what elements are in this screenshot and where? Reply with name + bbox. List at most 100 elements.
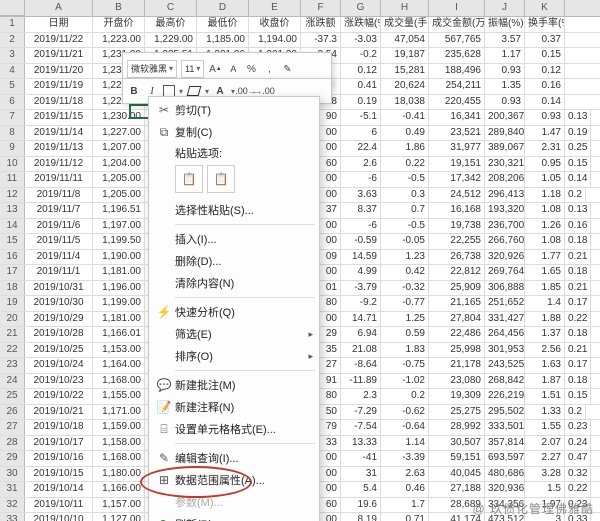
cell[interactable]: 19,738 [429, 219, 485, 234]
format-painter-icon[interactable]: ✎ [280, 62, 294, 76]
cell[interactable]: 0.13 [565, 203, 591, 218]
cell[interactable]: 1,229.00 [145, 33, 197, 48]
cell[interactable]: 320,936 [485, 482, 525, 497]
cell[interactable]: 0.12 [341, 64, 381, 79]
row-number[interactable]: 9 [0, 141, 25, 156]
context-menu[interactable]: ✂剪切(T) ⧉复制(C) 粘贴选项: 📋 📋 选择性粘贴(S)... 插入(I… [148, 96, 320, 521]
cell[interactable]: 0.24 [565, 436, 591, 451]
chevron-down-icon[interactable]: ▾ [205, 87, 209, 96]
cell[interactable]: 0.19 [341, 95, 381, 110]
cell[interactable]: 693,597 [485, 451, 525, 466]
cell[interactable]: -3.03 [341, 33, 381, 48]
header-cell[interactable]: 最高价 [145, 17, 197, 32]
cell[interactable]: -0.41 [381, 110, 429, 125]
cell[interactable]: 5.4 [341, 482, 381, 497]
cell[interactable]: 2019/10/23 [25, 374, 93, 389]
cell[interactable]: 188,496 [429, 64, 485, 79]
cell[interactable]: 2019/10/17 [25, 436, 93, 451]
col-header-C[interactable]: C [145, 0, 197, 16]
cell[interactable]: 243,525 [485, 358, 525, 373]
row-number[interactable]: 3 [0, 48, 25, 63]
cell[interactable]: 1,223.00 [93, 33, 145, 48]
row-number[interactable]: 15 [0, 234, 25, 249]
col-header-B[interactable]: B [93, 0, 145, 16]
cell[interactable]: 1.55 [525, 420, 565, 435]
cell[interactable]: 25,998 [429, 343, 485, 358]
cell[interactable]: 0.37 [525, 33, 565, 48]
cell[interactable]: 1,185.00 [197, 33, 249, 48]
cell[interactable]: 2019/11/20 [25, 64, 93, 79]
row-number[interactable]: 18 [0, 281, 25, 296]
cell[interactable]: 226,219 [485, 389, 525, 404]
row-number[interactable]: 2 [0, 33, 25, 48]
cell[interactable]: 2.27 [525, 451, 565, 466]
cell[interactable]: 0.49 [381, 126, 429, 141]
row-number[interactable]: 13 [0, 203, 25, 218]
cell[interactable]: 1.23 [381, 250, 429, 265]
cell[interactable]: 0.21 [565, 343, 591, 358]
cell[interactable]: 2019/10/24 [25, 358, 93, 373]
cell[interactable]: 2019/10/28 [25, 327, 93, 342]
cell[interactable]: 1,196.51 [93, 203, 145, 218]
menu-new-comment[interactable]: 💬新建批注(M) [149, 374, 319, 396]
cell[interactable]: 1,205.00 [93, 172, 145, 187]
cell[interactable]: 1,199.00 [93, 296, 145, 311]
cell[interactable]: 1,204.00 [93, 157, 145, 172]
col-header-G[interactable]: G [341, 0, 381, 16]
row-number[interactable]: 19 [0, 296, 25, 311]
row-number[interactable]: 24 [0, 374, 25, 389]
col-header-K[interactable]: K [525, 0, 565, 16]
row-number[interactable]: 32 [0, 498, 25, 513]
cell[interactable]: 334,356 [485, 498, 525, 513]
thousands-format-icon[interactable]: , [262, 62, 276, 76]
chevron-down-icon[interactable]: ▾ [179, 87, 183, 96]
cell[interactable]: 0.93 [485, 95, 525, 110]
menu-copy[interactable]: ⧉复制(C) [149, 121, 319, 143]
percent-format-icon[interactable]: % [244, 62, 258, 76]
cell[interactable]: 306,888 [485, 281, 525, 296]
cell[interactable]: 0.18 [565, 374, 591, 389]
cell[interactable]: 21,165 [429, 296, 485, 311]
cell[interactable]: 22,812 [429, 265, 485, 280]
cell[interactable]: 3.57 [485, 33, 525, 48]
cell[interactable]: 2.63 [381, 467, 429, 482]
cell[interactable]: -0.2 [341, 48, 381, 63]
cell[interactable]: -0.64 [381, 420, 429, 435]
col-header-A[interactable]: A [25, 0, 93, 16]
grow-font-icon[interactable]: A▲ [208, 62, 222, 76]
cell[interactable]: 1,190.00 [93, 250, 145, 265]
cell[interactable]: 0.22 [381, 157, 429, 172]
cell[interactable]: 0.18 [565, 234, 591, 249]
cell[interactable]: 1.65 [525, 265, 565, 280]
row-number[interactable]: 22 [0, 343, 25, 358]
cell[interactable]: 1,166.00 [93, 482, 145, 497]
cell[interactable]: 2019/11/4 [25, 250, 93, 265]
cell[interactable]: 1.35 [485, 79, 525, 94]
cell[interactable]: 2019/11/19 [25, 79, 93, 94]
row-number[interactable]: 26 [0, 405, 25, 420]
cell[interactable]: 0.32 [565, 467, 591, 482]
cell[interactable]: 1.83 [381, 343, 429, 358]
header-cell[interactable]: 日期 [25, 17, 93, 32]
cell[interactable]: 1,194.00 [249, 33, 301, 48]
cell[interactable]: 0.2 [565, 405, 586, 420]
cell[interactable]: 6 [341, 126, 381, 141]
menu-sort[interactable]: 排序(O)▸ [149, 345, 319, 367]
cell[interactable]: 1.05 [525, 172, 565, 187]
row-number[interactable]: 20 [0, 312, 25, 327]
cell[interactable]: -0.59 [341, 234, 381, 249]
cell[interactable]: 301,953 [485, 343, 525, 358]
cell[interactable]: -7.54 [341, 420, 381, 435]
shrink-font-icon[interactable] [226, 62, 240, 76]
cell[interactable]: 22.4 [341, 141, 381, 156]
cell[interactable]: 19,187 [381, 48, 429, 63]
cell[interactable]: 269,764 [485, 265, 525, 280]
menu-filter[interactable]: 筛选(E)▸ [149, 323, 319, 345]
header-cell[interactable]: 振幅(%) [485, 17, 525, 32]
menu-cut[interactable]: ✂剪切(T) [149, 99, 319, 121]
cell[interactable]: 1,199.50 [93, 234, 145, 249]
row-number[interactable]: 33 [0, 513, 25, 521]
row-number[interactable]: 6 [0, 95, 25, 110]
cell[interactable]: 2019/10/30 [25, 296, 93, 311]
cell[interactable]: 0.2 [381, 389, 429, 404]
